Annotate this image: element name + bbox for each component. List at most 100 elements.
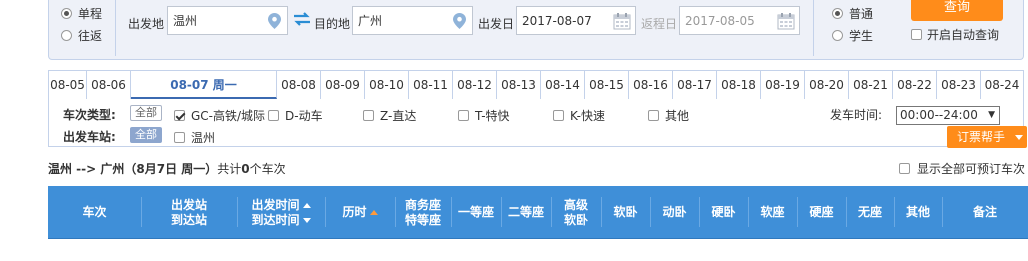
filter-k[interactable]: K-快速	[553, 107, 605, 124]
sort-up-icon[interactable]	[369, 210, 378, 215]
trip-type-oneway[interactable]: 单程	[61, 2, 102, 24]
col-arrive-time-label: 到达时间	[251, 212, 300, 227]
checkbox-icon[interactable]	[363, 110, 374, 121]
result-summary: 温州 --> 广州（8月7日 周一）共计0个车次	[48, 160, 286, 177]
show-all-label: 显示全部可预订车次	[917, 162, 1026, 176]
col-premium-sleeper-label-2: 软卧	[563, 212, 588, 227]
filter-station-wenzhou[interactable]: 温州	[174, 129, 215, 146]
date-tab[interactable]: 08-13	[497, 71, 541, 99]
col-premium-sleeper: 高级 软卧	[551, 186, 601, 239]
date-tab[interactable]: 08-21	[849, 71, 893, 99]
col-no-seat: 无座	[846, 186, 894, 239]
depart-date-input[interactable]: 2017-08-07	[516, 6, 636, 35]
from-label: 出发地	[128, 17, 165, 31]
checkbox-icon[interactable]	[268, 110, 279, 121]
checkbox-icon[interactable]	[648, 110, 659, 121]
col-hard-seat: 硬座	[797, 186, 846, 239]
to-value: 广州	[358, 14, 383, 28]
col-special-label: 特等座	[404, 212, 441, 227]
checkbox-checked-icon[interactable]	[174, 110, 185, 121]
divider	[813, 0, 814, 56]
date-tab[interactable]: 08-23	[937, 71, 981, 99]
col-soft-sleeper: 软卧	[601, 186, 650, 239]
return-date-label: 返程日	[641, 17, 678, 31]
sort-down-icon[interactable]	[302, 217, 311, 223]
col-soft-seat-label: 软座	[760, 205, 785, 219]
col-times[interactable]: 出发时间 到达时间	[237, 186, 325, 239]
calendar-icon[interactable]	[777, 12, 795, 30]
show-all-toggle[interactable]: 显示全部可预订车次	[899, 160, 1025, 177]
booking-helper-label: 订票帮手	[957, 130, 1006, 144]
col-remark: 备注	[942, 186, 1028, 239]
date-tab[interactable]: 08-17	[673, 71, 717, 99]
trip-type-roundtrip-label: 往返	[78, 28, 103, 43]
query-button[interactable]: 查询	[911, 0, 1003, 21]
location-pin-icon[interactable]	[268, 13, 281, 29]
checkbox-icon[interactable]	[174, 132, 185, 143]
trip-type-oneway-label: 单程	[78, 6, 103, 21]
passenger-type-student[interactable]: 学生	[832, 24, 873, 46]
train-type-label: 车次类型:	[63, 108, 116, 122]
return-date-input[interactable]: 2017-08-05	[679, 6, 800, 35]
depart-time-select[interactable]: 00:00--24:00 ▼	[896, 106, 1000, 125]
booking-helper-button[interactable]: 订票帮手	[947, 126, 1027, 148]
col-hard-sleeper-label: 硬卧	[711, 205, 736, 219]
passenger-type-normal-label: 普通	[849, 6, 874, 21]
date-tab[interactable]: 08-08	[277, 71, 321, 99]
date-tab[interactable]: 08-22	[893, 71, 937, 99]
route-text: 温州 --> 广州（8月7日 周一）	[48, 162, 218, 176]
depart-date-label: 出发日	[478, 17, 515, 31]
date-tab[interactable]: 08-06	[87, 71, 131, 99]
checkbox-icon[interactable]	[458, 110, 469, 121]
filter-d[interactable]: D-动车	[268, 107, 323, 124]
checkbox-icon[interactable]	[899, 163, 910, 174]
date-tab[interactable]: 08-11	[409, 71, 453, 99]
sort-up-icon[interactable]	[302, 202, 311, 208]
location-pin-icon[interactable]	[453, 13, 466, 29]
results-table-header: 车次 出发站 到达站 出发时间 到达时间 历时 商务座 特等座 一等座 二等座 …	[48, 186, 1028, 239]
from-input[interactable]: 温州	[167, 6, 288, 35]
filter-z[interactable]: Z-直达	[363, 107, 416, 124]
date-tab[interactable]: 08-12	[453, 71, 497, 99]
date-tab[interactable]: 08-14	[541, 71, 585, 99]
sort-arrive-time[interactable]: 到达时间	[251, 212, 311, 228]
date-tab-active[interactable]: 08-07 周一	[131, 71, 277, 99]
filter-t[interactable]: T-特快	[458, 107, 510, 124]
date-tab[interactable]: 08-15	[585, 71, 629, 99]
col-premium-sleeper-label-1: 高级	[563, 197, 588, 212]
checkbox-icon[interactable]	[911, 29, 922, 40]
date-tab[interactable]: 08-05	[49, 71, 87, 99]
date-tab[interactable]: 08-24	[981, 71, 1023, 99]
trip-type-roundtrip[interactable]: 往返	[61, 24, 102, 46]
date-tab[interactable]: 08-19	[761, 71, 805, 99]
sort-duration[interactable]: 历时	[342, 205, 378, 220]
date-tab[interactable]: 08-10	[365, 71, 409, 99]
col-other-label: 其他	[905, 205, 930, 219]
divider	[115, 0, 116, 56]
date-tab[interactable]: 08-09	[321, 71, 365, 99]
passenger-type-normal[interactable]: 普通	[832, 2, 873, 24]
col-duration[interactable]: 历时	[325, 186, 395, 239]
auto-query-toggle[interactable]: 开启自动查询	[911, 26, 999, 43]
checkbox-icon[interactable]	[553, 110, 564, 121]
date-tab[interactable]: 08-16	[629, 71, 673, 99]
date-tab[interactable]: 08-20	[805, 71, 849, 99]
date-tab[interactable]: 08-18	[717, 71, 761, 99]
swap-icon[interactable]	[293, 12, 311, 26]
col-first-class: 一等座	[451, 186, 501, 239]
filter-other[interactable]: 其他	[648, 107, 689, 124]
radio-checked-icon	[832, 7, 843, 19]
col-business: 商务座 特等座	[395, 186, 451, 239]
from-value: 温州	[173, 14, 198, 28]
station-all-button[interactable]: 全部	[130, 127, 162, 143]
filter-gc[interactable]: GC-高铁/城际	[174, 107, 265, 124]
radio-unchecked-icon	[61, 29, 72, 41]
to-input[interactable]: 广州	[352, 6, 473, 35]
col-remark-label: 备注	[972, 205, 997, 219]
sort-depart-time[interactable]: 出发时间	[251, 198, 311, 213]
calendar-icon[interactable]	[613, 12, 631, 30]
train-type-all-button[interactable]: 全部	[130, 105, 162, 121]
col-train-no: 车次	[48, 186, 141, 239]
auto-query-label: 开启自动查询	[927, 28, 1000, 42]
col-other: 其他	[894, 186, 942, 239]
